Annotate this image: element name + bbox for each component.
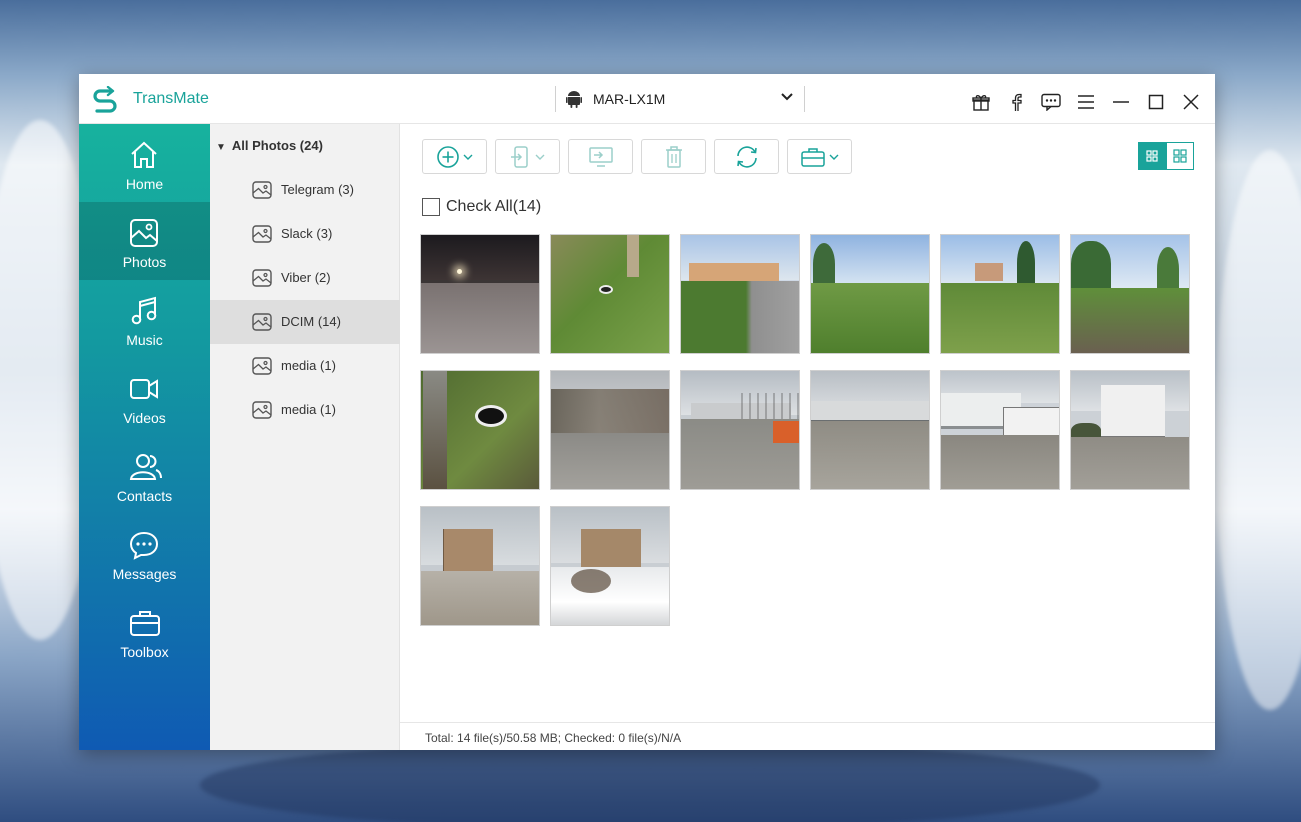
maximize-icon[interactable] <box>1146 92 1166 112</box>
album-list: ▼ All Photos (24) Telegram (3) Slack (3) … <box>210 124 400 750</box>
album-icon <box>252 225 272 243</box>
delete-icon <box>665 145 682 168</box>
close-icon[interactable] <box>1181 92 1201 112</box>
grid-large-icon <box>1146 150 1158 162</box>
small-grid-view-button[interactable] <box>1166 142 1194 170</box>
album-icon <box>252 313 272 331</box>
album-icon <box>252 269 272 287</box>
transmate-logo-icon <box>93 86 117 113</box>
status-bar: Total: 14 file(s)/50.58 MB; Checked: 0 f… <box>400 722 1215 750</box>
album-label: Telegram (3) <box>281 182 354 197</box>
photo-thumbnail[interactable] <box>680 370 800 490</box>
chevron-down-icon <box>535 154 545 160</box>
export-to-pc-icon <box>588 146 613 167</box>
gift-icon[interactable] <box>971 92 991 112</box>
app-window: TransMate MAR-LX1M Home Photos Music Vid… <box>79 74 1215 750</box>
photo-thumbnail[interactable] <box>940 370 1060 490</box>
album-label: Slack (3) <box>281 226 333 241</box>
title-bar: TransMate MAR-LX1M <box>79 74 1215 124</box>
album-item-dcim[interactable]: DCIM (14) <box>210 300 400 344</box>
device-selector[interactable]: MAR-LX1M <box>555 86 805 112</box>
music-icon <box>131 296 157 325</box>
sidebar-item-label: Music <box>126 332 163 348</box>
contacts-icon <box>129 454 162 480</box>
photo-thumbnail[interactable] <box>680 234 800 354</box>
album-label: Viber (2) <box>281 270 331 285</box>
photo-thumbnail[interactable] <box>420 234 540 354</box>
feedback-icon[interactable] <box>1041 92 1061 112</box>
more-tools-button[interactable] <box>787 139 852 174</box>
large-grid-view-button[interactable] <box>1138 142 1166 170</box>
photo-thumbnail[interactable] <box>420 506 540 626</box>
album-icon <box>252 401 272 419</box>
photo-icon <box>130 219 158 247</box>
toolbox-icon <box>130 611 160 636</box>
add-button[interactable] <box>422 139 487 174</box>
add-icon <box>437 145 459 168</box>
photo-thumbnail[interactable] <box>1070 370 1190 490</box>
chevron-down-icon <box>463 154 473 160</box>
photo-thumbnail[interactable] <box>550 370 670 490</box>
sidebar-item-label: Contacts <box>116 488 173 504</box>
chevron-down-icon <box>781 93 793 101</box>
export-to-pc-button[interactable] <box>568 139 633 174</box>
video-icon <box>130 379 158 399</box>
photo-thumbnail[interactable] <box>420 370 540 490</box>
sidebar-item-label: Photos <box>122 254 167 270</box>
app-title: TransMate <box>133 90 209 107</box>
device-name: MAR-LX1M <box>593 91 666 107</box>
android-icon <box>566 91 582 108</box>
photo-thumbnail[interactable] <box>810 234 930 354</box>
menu-icon[interactable] <box>1076 92 1096 112</box>
album-group-label: All Photos (24) <box>231 138 323 153</box>
album-item[interactable]: media (1) <box>210 388 400 432</box>
chevron-down-icon <box>829 154 839 160</box>
grid-small-icon <box>1173 149 1187 163</box>
album-label: DCIM (14) <box>281 314 341 329</box>
album-label: media (1) <box>281 402 336 417</box>
export-to-device-icon <box>511 145 528 168</box>
photo-thumbnail[interactable] <box>550 234 670 354</box>
photo-panel: Check All(14) Total: 14 file(s)/50.58 MB… <box>400 124 1215 750</box>
refresh-icon <box>736 145 757 168</box>
sidebar-item-label: Toolbox <box>120 644 169 660</box>
sidebar-nav: Home Photos Music Videos Contacts Messag… <box>79 124 210 750</box>
sidebar-item-label: Videos <box>123 410 166 426</box>
sidebar-item-label: Messages <box>112 566 177 582</box>
sidebar-item-videos[interactable]: Videos <box>79 358 210 436</box>
album-group-all-photos[interactable]: ▼ All Photos (24) <box>216 138 323 153</box>
album-item[interactable]: media (1) <box>210 344 400 388</box>
album-icon <box>252 181 272 199</box>
check-all[interactable]: Check All(14) <box>422 198 541 216</box>
photo-thumbnail[interactable] <box>1070 234 1190 354</box>
sidebar-item-label: Home <box>125 176 164 192</box>
album-item[interactable]: Slack (3) <box>210 212 400 256</box>
sidebar-item-messages[interactable]: Messages <box>79 514 210 592</box>
minimize-icon[interactable] <box>1111 92 1131 112</box>
photo-thumbnail[interactable] <box>550 506 670 626</box>
check-all-checkbox[interactable] <box>422 198 440 216</box>
album-label: media (1) <box>281 358 336 373</box>
album-item[interactable]: Viber (2) <box>210 256 400 300</box>
album-item[interactable]: Telegram (3) <box>210 168 400 212</box>
facebook-icon[interactable] <box>1006 92 1026 112</box>
export-to-device-button[interactable] <box>495 139 560 174</box>
toolbox-icon <box>801 147 825 167</box>
status-text: Total: 14 file(s)/50.58 MB; Checked: 0 f… <box>425 731 682 745</box>
sidebar-item-music[interactable]: Music <box>79 280 210 358</box>
photo-thumbnail[interactable] <box>940 234 1060 354</box>
messages-icon <box>129 531 159 560</box>
sidebar-item-toolbox[interactable]: Toolbox <box>79 592 210 670</box>
check-all-label: Check All(14) <box>446 198 542 215</box>
home-icon <box>131 141 157 168</box>
album-icon <box>252 357 272 375</box>
sidebar-item-photos[interactable]: Photos <box>79 202 210 280</box>
triangle-down-icon: ▼ <box>216 142 226 153</box>
sidebar-item-home[interactable]: Home <box>79 124 210 202</box>
delete-button[interactable] <box>641 139 706 174</box>
photo-thumbnail[interactable] <box>810 370 930 490</box>
refresh-button[interactable] <box>714 139 779 174</box>
view-mode-toggle <box>1138 142 1194 170</box>
sidebar-item-contacts[interactable]: Contacts <box>79 436 210 514</box>
